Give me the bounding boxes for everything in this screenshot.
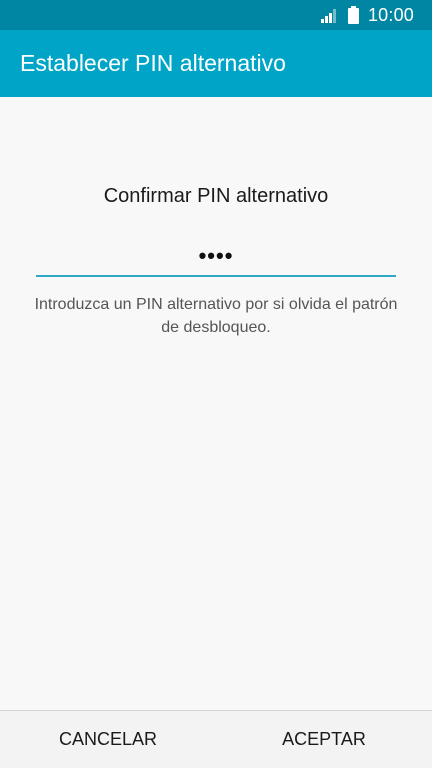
accept-button[interactable]: ACEPTAR xyxy=(216,711,432,768)
page-title: Establecer PIN alternativo xyxy=(20,50,286,76)
content-area: Confirmar PIN alternativo Introduzca un … xyxy=(0,97,432,710)
status-time: 10:00 xyxy=(367,5,414,25)
pin-input[interactable] xyxy=(36,237,396,277)
bottom-button-bar: CANCELAR ACEPTAR xyxy=(0,710,432,768)
battery-icon xyxy=(347,6,359,24)
status-icons: 10:00 xyxy=(320,0,414,30)
status-bar: 10:00 xyxy=(0,0,432,30)
signal-icon xyxy=(320,7,339,23)
confirm-pin-heading: Confirmar PIN alternativo xyxy=(103,185,329,207)
app-bar: Establecer PIN alternativo xyxy=(0,30,432,97)
help-text: Introduzca un PIN alternativo por si olv… xyxy=(34,296,398,336)
cancel-button[interactable]: CANCELAR xyxy=(0,711,216,768)
